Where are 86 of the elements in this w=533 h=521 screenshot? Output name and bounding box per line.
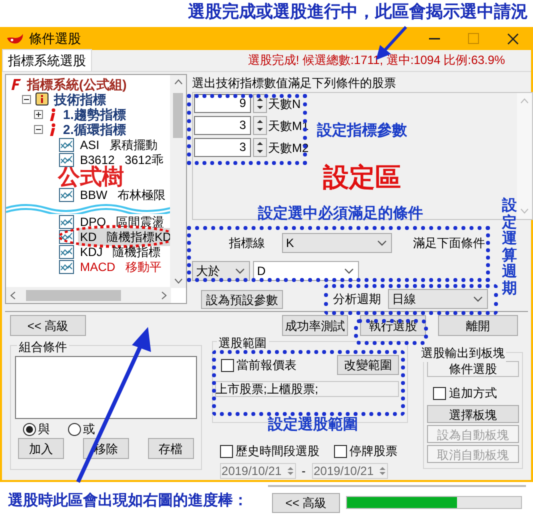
expand-icon[interactable] xyxy=(34,110,43,120)
number-field[interactable]: 3 xyxy=(194,138,251,158)
field-label: 指標線 xyxy=(229,235,266,252)
number-field[interactable]: 3 xyxy=(194,116,251,136)
checkbox[interactable] xyxy=(220,358,234,372)
button[interactable]: 選擇板塊 xyxy=(426,405,519,423)
window-title: 條件選股 xyxy=(29,30,81,48)
button[interactable]: << 高級 xyxy=(272,492,340,512)
tab[interactable]: 指標系統選股 xyxy=(2,49,92,72)
button[interactable]: 成功率測試 xyxy=(282,315,348,336)
button[interactable]: << 高級 xyxy=(10,315,86,336)
date-field[interactable]: 2019/10/21 xyxy=(220,463,296,479)
annotation-text: 選股完成或選股進行中，此區會揭示選中請況 xyxy=(188,1,528,23)
annotation-text: 設定指標參數 xyxy=(317,121,407,141)
button[interactable]: 離開 xyxy=(438,315,518,336)
field-label: 分析週期 xyxy=(333,291,381,308)
close-icon[interactable] xyxy=(507,32,519,45)
scroll-up-icon[interactable] xyxy=(174,79,182,86)
scrollbar[interactable] xyxy=(170,75,186,288)
caret-icon xyxy=(234,267,246,276)
annotation-text: 設定區 xyxy=(323,161,401,194)
checkbox[interactable] xyxy=(220,444,233,458)
status-text: 選股完成! 候選總數:1711, 選中:1094 比例:63.9% xyxy=(246,52,506,70)
indicator-line-select[interactable]: K xyxy=(282,233,392,254)
operator-select[interactable]: 大於 xyxy=(192,261,250,282)
group-title: 選股範圍 xyxy=(216,334,269,352)
conditions-list[interactable] xyxy=(15,356,197,419)
formula-icon xyxy=(10,78,22,92)
collapse-icon[interactable] xyxy=(22,95,31,104)
button[interactable]: 存檔 xyxy=(148,438,194,459)
line-chart-icon xyxy=(59,188,74,202)
checkbox-label: 歷史時間段選股 xyxy=(236,443,320,460)
caret-icon xyxy=(376,239,388,248)
group-title: 組合條件 xyxy=(17,338,69,356)
info-icon xyxy=(47,122,57,137)
radio-button[interactable] xyxy=(68,422,81,436)
scroll-left-icon[interactable] xyxy=(10,290,16,300)
scroll-right-icon[interactable] xyxy=(161,290,167,300)
range-field: 上市股票;上櫃股票; xyxy=(214,381,399,397)
scroll-thumb[interactable] xyxy=(26,290,121,301)
scrollbar[interactable] xyxy=(6,287,171,304)
spinner-icon[interactable] xyxy=(253,138,267,158)
maximize-icon xyxy=(468,33,479,44)
scroll-thumb[interactable] xyxy=(173,93,183,138)
button[interactable]: 加入 xyxy=(18,438,64,459)
caret-icon xyxy=(472,295,484,304)
spinner-icon[interactable] xyxy=(253,116,267,136)
spinner-icon[interactable] xyxy=(253,94,267,114)
checkbox-label: 當前報價表 xyxy=(236,357,297,374)
collapse-icon[interactable] xyxy=(34,125,43,134)
minimize-icon[interactable] xyxy=(429,38,440,40)
number-field[interactable]: 9 xyxy=(194,94,251,114)
group-title: 選股輸出到板塊 xyxy=(420,344,506,362)
line-chart-icon xyxy=(59,138,74,152)
button[interactable]: 改變範圍 xyxy=(336,355,399,375)
caption-text: 選出技術指標數值滿足下列條件的股票 xyxy=(192,75,397,92)
parameter-label: 天數N xyxy=(268,96,301,113)
tree-item[interactable]: KD 隨機指標KD xyxy=(78,228,171,246)
radio-button[interactable] xyxy=(23,422,36,436)
app-logo-icon xyxy=(6,32,24,45)
target-select[interactable]: D xyxy=(253,261,359,282)
annotation-text: 選股時此區會出現如右圖的進度棒： xyxy=(8,491,249,512)
line-chart-icon xyxy=(59,260,74,274)
date-field[interactable]: 2019/10/21 xyxy=(312,463,388,479)
line-chart-icon xyxy=(59,244,74,259)
radio-label: 與 xyxy=(38,421,50,438)
button[interactable]: 設為預設參數 xyxy=(201,290,283,309)
scroll-down-icon[interactable] xyxy=(174,278,182,284)
parameter-label: 天數M2 xyxy=(268,140,309,157)
period-select[interactable]: 日線 xyxy=(388,289,488,310)
annotation-text: 設定運算週期 xyxy=(502,198,517,297)
line-chart-icon xyxy=(59,214,74,229)
separator-text: - xyxy=(302,463,306,480)
checkbox[interactable] xyxy=(432,386,446,400)
checkbox-label: 追加方式 xyxy=(448,385,497,402)
checkbox-label: 停牌股票 xyxy=(350,443,398,460)
info-icon xyxy=(47,108,57,122)
field-label: 滿足下面條件 xyxy=(413,235,485,252)
checkbox[interactable] xyxy=(334,444,347,458)
line-chart-icon xyxy=(59,152,74,167)
board-name-field: 條件選股 xyxy=(426,361,519,377)
radio-label: 或 xyxy=(83,421,95,438)
annotation-text: 設定選股範圍 xyxy=(268,415,358,435)
annotation-text: 設定選中必須滿足的條件 xyxy=(258,204,423,224)
caret-icon xyxy=(343,267,355,276)
info-book-icon xyxy=(35,92,50,108)
